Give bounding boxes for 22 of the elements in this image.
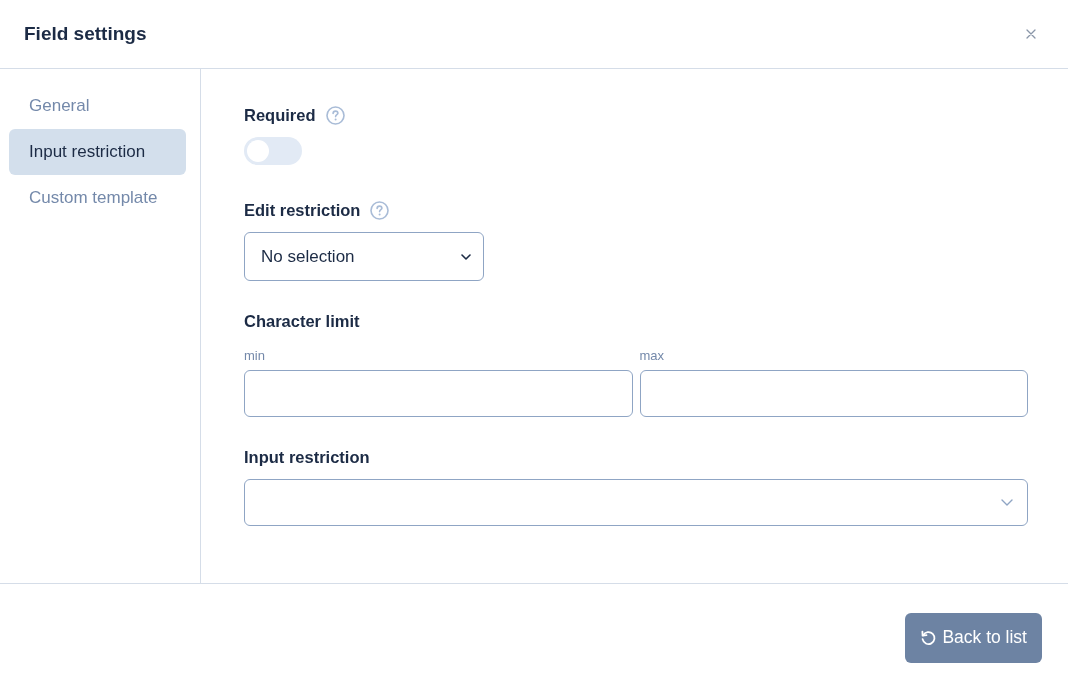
help-icon[interactable] [370, 200, 390, 220]
toggle-switch[interactable] [244, 137, 302, 165]
help-icon[interactable] [325, 105, 345, 125]
sidebar-item[interactable]: General [9, 83, 186, 129]
input-field[interactable] [639, 370, 1028, 417]
field-label: Required [244, 105, 316, 125]
field-label: Edit restriction [244, 200, 361, 220]
circular-arrow-icon [920, 629, 938, 646]
select-field[interactable] [244, 479, 1028, 526]
field-label: Input restriction [244, 447, 370, 467]
dialog-title: Field settings [24, 23, 147, 45]
input-label: max [639, 348, 665, 364]
select-field[interactable]: No selection [244, 232, 484, 281]
chevron-down-icon [1001, 499, 1013, 506]
input-field[interactable] [244, 370, 633, 417]
sidebar-item[interactable]: Custom template [9, 175, 186, 221]
field-label: Character limit [244, 311, 360, 331]
input-label: min [244, 348, 265, 364]
close-icon[interactable] [1026, 29, 1036, 39]
sidebar-item[interactable]: Input restriction [9, 129, 186, 175]
chevron-down-icon [461, 253, 471, 260]
back-to-list-button[interactable]: Back to list [905, 612, 1042, 663]
